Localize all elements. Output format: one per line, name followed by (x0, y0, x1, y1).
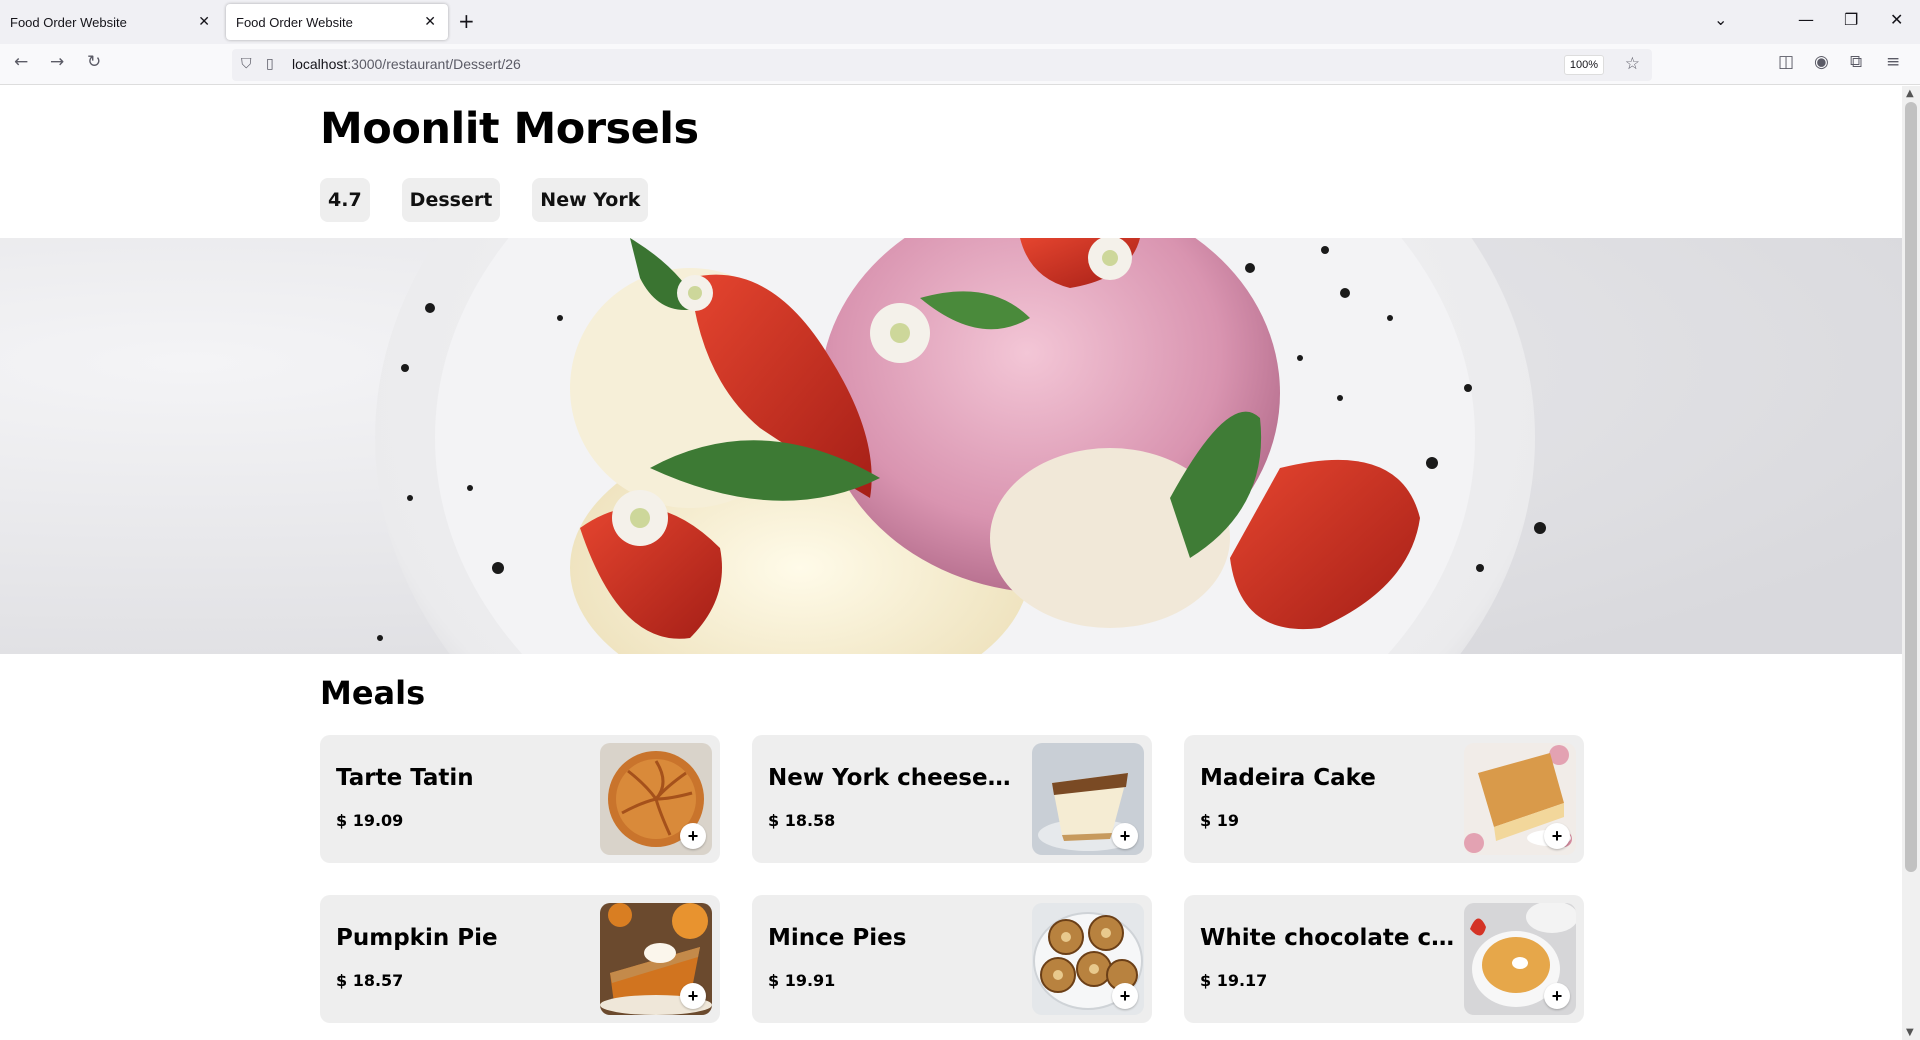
new-tab-icon[interactable]: + (458, 9, 475, 33)
scroll-up-arrow-icon[interactable]: ▲ (1906, 88, 1914, 99)
meal-price: $ 18.58 (768, 811, 836, 830)
meal-name: Madeira Cake (1200, 765, 1376, 791)
url-bar[interactable]: ⛉ ▯ localhost:3000/restaurant/Dessert/26… (232, 49, 1652, 81)
rating-badge: 4.7 (320, 178, 370, 222)
minimize-icon[interactable]: — (1798, 10, 1814, 29)
meal-card[interactable]: Madeira Cake $ 19 + (1184, 735, 1584, 863)
hero-image (0, 238, 1902, 654)
city-badge: New York (532, 178, 649, 222)
list-all-tabs-icon[interactable]: ⌄ (1714, 10, 1727, 29)
pocket-icon[interactable]: ◫ (1778, 52, 1794, 72)
meal-price: $ 19 (1200, 811, 1239, 830)
meals-heading: Meals (320, 674, 426, 712)
scroll-down-arrow-icon[interactable]: ▼ (1906, 1027, 1914, 1038)
url-host: localhost (292, 56, 348, 72)
bookmark-star-icon[interactable]: ☆ (1625, 54, 1640, 74)
close-tab-icon[interactable]: ✕ (198, 13, 210, 30)
url-text[interactable]: localhost:3000/restaurant/Dessert/26 (292, 56, 521, 72)
add-meal-button[interactable]: + (680, 983, 706, 1009)
tab-title: Food Order Website (236, 15, 353, 30)
meal-name: Pumpkin Pie (336, 925, 498, 951)
meal-price: $ 19.09 (336, 811, 404, 830)
url-path: :3000/restaurant/Dessert/26 (347, 56, 521, 72)
meal-price: $ 19.91 (768, 971, 836, 990)
meal-name: Mince Pies (768, 925, 907, 951)
tab-bar: Food Order Website ✕ Food Order Website … (0, 0, 1920, 44)
restaurant-name: Moonlit Morsels (320, 104, 699, 154)
zoom-level[interactable]: 100% (1564, 55, 1604, 75)
restore-icon[interactable]: ❐ (1844, 10, 1858, 29)
add-meal-button[interactable]: + (1112, 823, 1138, 849)
reload-icon[interactable]: ↻ (87, 52, 101, 72)
close-tab-icon[interactable]: ✕ (424, 13, 436, 30)
shield-icon[interactable]: ⛉ (241, 56, 252, 72)
scroll-thumb[interactable] (1905, 102, 1917, 872)
tab-food-order-1[interactable]: Food Order Website ✕ (0, 4, 222, 40)
add-meal-button[interactable]: + (1544, 823, 1570, 849)
forward-icon[interactable]: → (50, 52, 64, 72)
menu-icon[interactable]: ≡ (1886, 52, 1900, 72)
dessert-plate-illustration (0, 238, 1902, 654)
meal-name: White chocolate cr... (1200, 925, 1455, 951)
back-icon[interactable]: ← (14, 52, 28, 72)
navigation-bar: ← → ↻ ⛉ ▯ localhost:3000/restaurant/Dess… (0, 44, 1920, 85)
meal-name: Tarte Tatin (336, 765, 474, 791)
add-meal-button[interactable]: + (1544, 983, 1570, 1009)
window-close-icon[interactable]: ✕ (1890, 10, 1903, 29)
meal-price: $ 19.17 (1200, 971, 1268, 990)
category-badge: Dessert (401, 178, 501, 222)
add-meal-button[interactable]: + (1112, 983, 1138, 1009)
page-icon[interactable]: ▯ (266, 56, 274, 72)
meal-card[interactable]: Pumpkin Pie $ 18.57 + (320, 895, 720, 1023)
tab-title: Food Order Website (10, 15, 127, 30)
extensions-icon[interactable]: ⧉ (1850, 52, 1862, 72)
add-meal-button[interactable]: + (680, 823, 706, 849)
meal-card[interactable]: Mince Pies $ 19.91 + (752, 895, 1152, 1023)
meal-price: $ 18.57 (336, 971, 404, 990)
meal-name: New York cheeseca... (768, 765, 1023, 791)
restaurant-badges: 4.7 Dessert New York (320, 178, 649, 222)
tab-food-order-2[interactable]: Food Order Website ✕ (226, 4, 448, 40)
page-scrollbar[interactable]: ▲ ▼ (1902, 86, 1920, 1040)
account-icon[interactable]: ◉ (1814, 52, 1829, 72)
page-content: Moonlit Morsels 4.7 Dessert New York Mea… (0, 86, 1902, 1040)
meal-card[interactable]: Tarte Tatin $ 19.09 + (320, 735, 720, 863)
meal-card[interactable]: New York cheeseca... $ 18.58 + (752, 735, 1152, 863)
meal-card[interactable]: White chocolate cr... $ 19.17 + (1184, 895, 1584, 1023)
meals-grid: Tarte Tatin $ 19.09 + New York cheeseca.… (320, 735, 1584, 1023)
